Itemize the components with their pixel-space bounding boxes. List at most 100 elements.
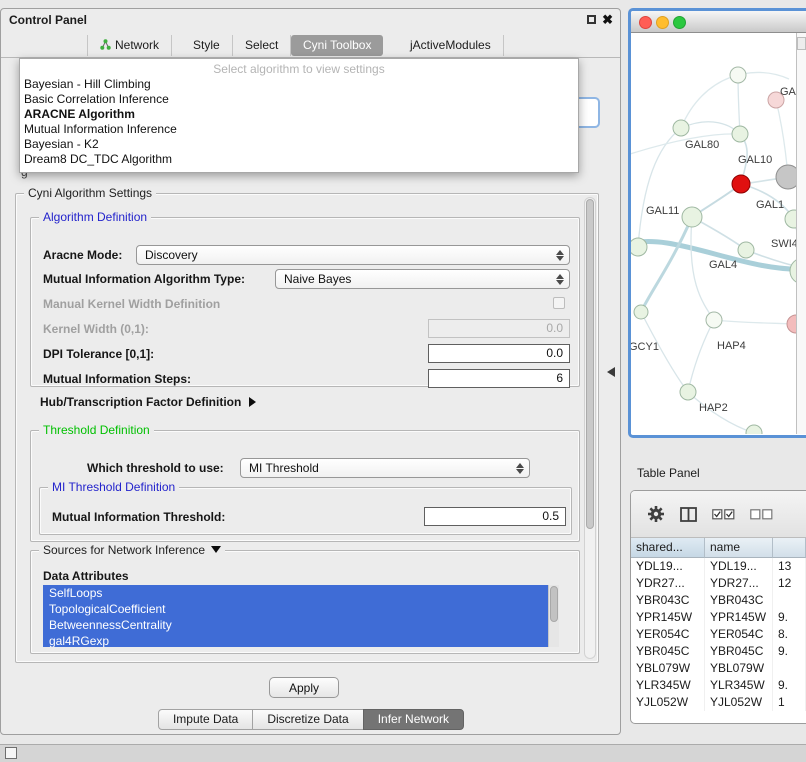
- tab-select[interactable]: Select: [233, 35, 291, 56]
- hub-transcription-factor-row[interactable]: Hub/Transcription Factor Definition: [40, 395, 256, 409]
- settings-scrollbar[interactable]: [584, 197, 596, 659]
- network-node[interactable]: [682, 207, 702, 227]
- cell: [773, 592, 806, 609]
- table-row[interactable]: YBR043CYBR043C: [631, 592, 806, 609]
- minimized-panel-icon[interactable]: [5, 747, 17, 759]
- table-row[interactable]: YBR045CYBR045C9.: [631, 643, 806, 660]
- tab-discretize-data[interactable]: Discretize Data: [252, 709, 363, 730]
- cell: YBR043C: [631, 592, 705, 609]
- cell: YER054C: [631, 626, 705, 643]
- network-node[interactable]: [680, 384, 696, 400]
- cell: YLR345W: [631, 677, 705, 694]
- column-header-shared-name[interactable]: shared...: [631, 538, 705, 558]
- control-panel-tabbar: Network Style Select Cyni Toolbox jActiv…: [1, 31, 620, 58]
- select-all-icon[interactable]: [712, 509, 735, 520]
- sources-group-title[interactable]: Sources for Network Inference: [39, 543, 225, 557]
- dropdown-option[interactable]: Dream8 DC_TDC Algorithm: [20, 152, 578, 167]
- control-panel-titlebar[interactable]: Control Panel ✖: [1, 9, 620, 31]
- aracne-mode-label: Aracne Mode:: [43, 248, 122, 262]
- cell: YDL19...: [631, 558, 705, 575]
- mi-steps-field[interactable]: 6: [428, 369, 570, 388]
- cell: YLR345W: [705, 677, 773, 694]
- network-window-titlebar[interactable]: [631, 11, 806, 33]
- node-label: GAL80: [685, 139, 719, 151]
- network-node[interactable]: [634, 305, 648, 319]
- table-row[interactable]: YJL052WYJL052W1: [631, 694, 806, 711]
- network-node[interactable]: [746, 425, 762, 434]
- attribute-list-scrollbar[interactable]: [548, 585, 559, 647]
- panel-collapse-arrow-icon[interactable]: [607, 367, 615, 377]
- table-row[interactable]: YER054CYER054C8.: [631, 626, 806, 643]
- deselect-all-icon[interactable]: [750, 509, 773, 520]
- network-node[interactable]: [730, 67, 746, 83]
- expand-arrow-icon[interactable]: [249, 397, 256, 407]
- network-node[interactable]: [631, 238, 647, 256]
- tab-style[interactable]: Style: [181, 35, 233, 56]
- tab-label: Select: [245, 38, 278, 52]
- cell: YBR045C: [631, 643, 705, 660]
- cell: 9.: [773, 677, 806, 694]
- data-attributes-list[interactable]: SelfLoops TopologicalCoefficient Between…: [43, 585, 559, 647]
- node-label: GAL1: [756, 199, 784, 211]
- scrollbar-thumb[interactable]: [550, 586, 558, 622]
- tab-impute-data[interactable]: Impute Data: [158, 709, 253, 730]
- column-header-cut[interactable]: [773, 538, 806, 558]
- network-node[interactable]: [738, 242, 754, 258]
- apply-button[interactable]: Apply: [269, 677, 339, 698]
- cell: 9.: [773, 609, 806, 626]
- cell: [773, 660, 806, 677]
- attribute-item-selected[interactable]: TopologicalCoefficient: [43, 601, 548, 617]
- table-row[interactable]: YPR145WYPR145W9.: [631, 609, 806, 626]
- network-graph: GAL80 GAL10 GAL11 GAL1 SWI4 GAL4 GCY1 HA…: [631, 33, 806, 434]
- tab-infer-network[interactable]: Infer Network: [363, 709, 464, 730]
- dropdown-option[interactable]: Bayesian - K2: [20, 137, 578, 152]
- scrollbar-thumb[interactable]: [586, 199, 594, 529]
- dropdown-option-selected[interactable]: ARACNE Algorithm: [20, 107, 578, 122]
- checked-boxes-glyph: [712, 509, 735, 520]
- table-row[interactable]: YDR27...YDR27...12: [631, 575, 806, 592]
- table-row[interactable]: YDL19...YDL19...13: [631, 558, 806, 575]
- column-header-name[interactable]: name: [705, 538, 773, 558]
- window-title: Control Panel: [9, 13, 87, 27]
- network-node[interactable]: [673, 120, 689, 136]
- table-row[interactable]: YBL079WYBL079W: [631, 660, 806, 677]
- mi-threshold-field[interactable]: 0.5: [424, 507, 566, 526]
- cell: 13: [773, 558, 806, 575]
- traffic-light-close-icon[interactable]: [639, 16, 652, 29]
- traffic-light-minimize-icon[interactable]: [656, 16, 669, 29]
- network-scrollbar[interactable]: [796, 33, 806, 434]
- dropdown-option[interactable]: Bayesian - Hill Climbing: [20, 77, 578, 92]
- attribute-item-selected[interactable]: BetweennessCentrality: [43, 617, 548, 633]
- float-window-icon[interactable]: [587, 15, 596, 24]
- cell: YDL19...: [705, 558, 773, 575]
- manual-kernel-label: Manual Kernel Width Definition: [43, 297, 220, 311]
- tab-jactivemodules[interactable]: jActiveModules: [398, 35, 504, 56]
- attribute-item-selected[interactable]: gal4RGexp: [43, 633, 548, 647]
- table-row[interactable]: YLR345WYLR345W9.: [631, 677, 806, 694]
- dpi-tolerance-field[interactable]: 0.0: [428, 344, 570, 363]
- close-icon[interactable]: ✖: [602, 12, 613, 28]
- algorithm-combo-fragment[interactable]: [579, 97, 600, 128]
- tab-cyni-toolbox[interactable]: Cyni Toolbox: [291, 35, 383, 56]
- cell: 8.: [773, 626, 806, 643]
- gear-icon[interactable]: [647, 505, 665, 523]
- scrollbar-button[interactable]: [797, 37, 806, 50]
- dropdown-option[interactable]: Mutual Information Inference: [20, 122, 578, 137]
- network-canvas[interactable]: GAL80 GAL10 GAL11 GAL1 SWI4 GAL4 GCY1 HA…: [631, 33, 806, 434]
- attribute-item-selected[interactable]: SelfLoops: [43, 585, 548, 601]
- kernel-width-field[interactable]: 0.0: [428, 319, 570, 338]
- network-node[interactable]: [706, 312, 722, 328]
- which-threshold-select[interactable]: MI Threshold: [240, 458, 530, 478]
- network-node-selected[interactable]: [732, 175, 750, 193]
- collapse-arrow-icon[interactable]: [211, 546, 221, 553]
- show-columns-icon[interactable]: [680, 507, 697, 522]
- manual-kernel-checkbox[interactable]: [553, 297, 565, 309]
- dropdown-option[interactable]: Basic Correlation Inference: [20, 92, 578, 107]
- tab-network[interactable]: Network: [87, 35, 172, 56]
- mi-type-select[interactable]: Naive Bayes: [275, 269, 570, 289]
- table-panel-window: shared... name YDL19...YDL19...13 YDR27.…: [630, 490, 806, 724]
- network-node[interactable]: [732, 126, 748, 142]
- kernel-width-label: Kernel Width (0,1):: [43, 322, 149, 336]
- aracne-mode-select[interactable]: Discovery: [136, 245, 570, 265]
- traffic-light-zoom-icon[interactable]: [673, 16, 686, 29]
